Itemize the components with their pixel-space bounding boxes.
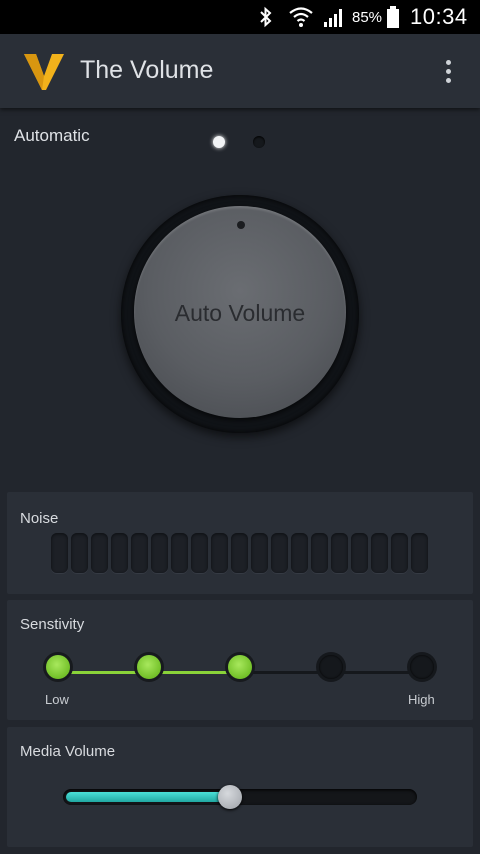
overflow-menu-icon[interactable] [432,54,464,88]
noise-bar [371,533,388,573]
noise-bar [211,533,228,573]
noise-bar [391,533,408,573]
noise-bar [351,533,368,573]
sensitivity-low-label: Low [45,692,69,707]
automatic-label: Automatic [14,126,90,145]
noise-bar [191,533,208,573]
noise-bar [311,533,328,573]
sensitivity-high-label: High [408,692,435,707]
bluetooth-icon [258,0,274,34]
noise-bar [231,533,248,573]
noise-bar [171,533,188,573]
noise-bar [251,533,268,573]
noise-meter [51,533,428,573]
noise-bar [91,533,108,573]
sensitivity-title: Senstivity [20,616,85,633]
media-volume-fill [66,792,230,802]
auto-volume-label: Auto Volume [174,300,306,326]
noise-title: Noise [20,510,59,527]
noise-panel: Noise [7,492,473,594]
sensitivity-step-4[interactable] [319,655,343,679]
noise-bar [51,533,68,573]
noise-bar [131,533,148,573]
noise-bar [271,533,288,573]
status-bar: 85% 10:34 [0,0,480,34]
page-indicator-1[interactable] [213,136,225,148]
battery-icon [386,0,400,34]
knob-indicator-dot [237,221,245,229]
noise-bar [71,533,88,573]
sensitivity-step-3[interactable] [228,655,252,679]
page-indicator-2[interactable] [253,136,265,148]
media-volume-title: Media Volume [20,743,116,760]
media-volume-thumb[interactable] [217,785,242,809]
signal-icon [322,0,348,34]
sensitivity-step-1[interactable] [46,655,70,679]
sensitivity-step-2[interactable] [137,655,161,679]
sensitivity-step-5[interactable] [410,655,434,679]
status-clock: 10:34 [410,4,468,29]
wifi-icon [288,0,314,34]
noise-bar [291,533,308,573]
noise-bar [331,533,348,573]
battery-percent: 85% [352,8,383,26]
volume-v-logo [22,52,66,92]
noise-bar [411,533,428,573]
noise-bar [151,533,168,573]
media-volume-panel: Media Volume [7,727,473,847]
noise-bar [111,533,128,573]
app-bar: The Volume [0,34,480,108]
app-title: The Volume [80,56,214,84]
